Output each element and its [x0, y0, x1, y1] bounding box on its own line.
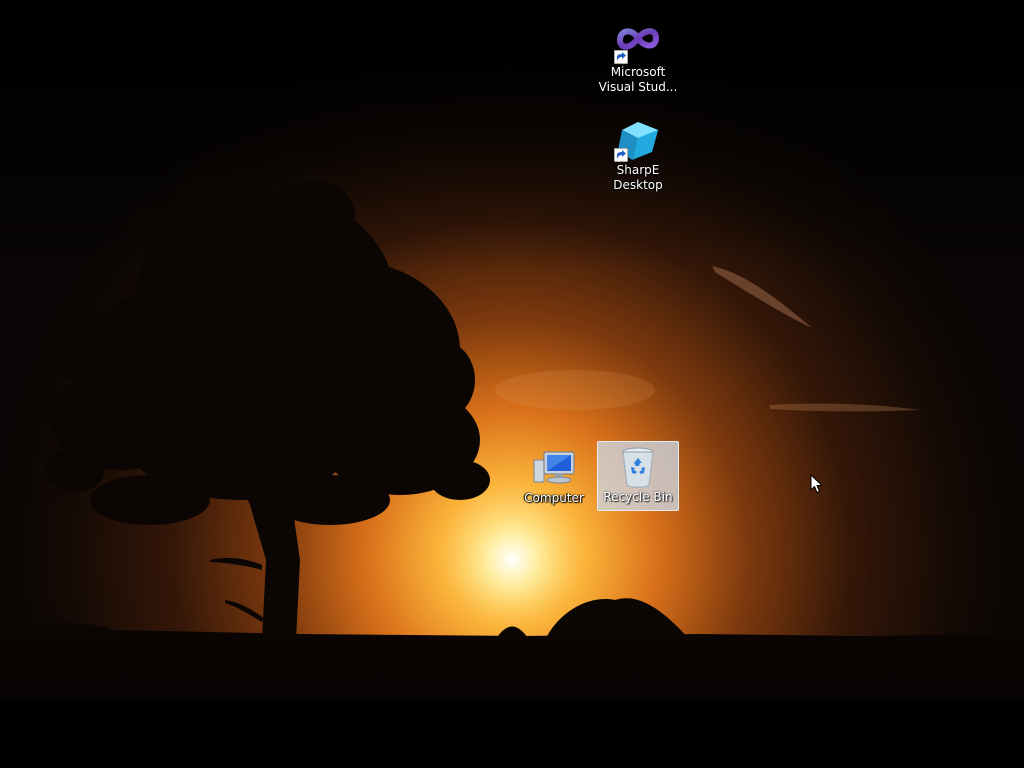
desktop-icon-computer[interactable]: Computer — [513, 442, 595, 507]
computer-icon — [530, 446, 578, 490]
icon-label: Computer — [524, 491, 584, 505]
recycle-bin-icon — [614, 445, 662, 489]
desktop[interactable]: Microsoft Visual Stud... SharpE Desktop — [0, 0, 1024, 768]
icon-label: Microsoft Visual Stud... — [598, 65, 678, 94]
desktop-icon-sharpe-desktop[interactable]: SharpE Desktop — [597, 114, 679, 194]
desktop-wallpaper — [0, 0, 1024, 768]
sharpe-cube-icon — [614, 118, 662, 162]
visual-studio-icon — [614, 20, 662, 64]
shortcut-arrow-icon — [614, 148, 628, 162]
icon-label: Recycle Bin — [603, 490, 673, 504]
mouse-pointer-icon — [810, 474, 823, 493]
desktop-icon-visual-studio[interactable]: Microsoft Visual Stud... — [597, 16, 679, 96]
desktop-icon-recycle-bin[interactable]: Recycle Bin — [597, 441, 679, 511]
icon-label: SharpE Desktop — [613, 163, 663, 192]
shortcut-arrow-icon — [614, 50, 628, 64]
